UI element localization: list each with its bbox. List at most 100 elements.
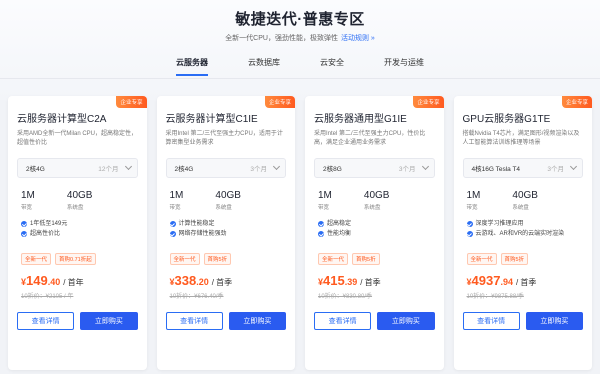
activity-rules-link[interactable]: 活动规则 » <box>341 35 375 42</box>
disk-value: 40GB <box>512 190 538 201</box>
disk-spec: 40GB 系统盘 <box>67 190 93 211</box>
feature-text: 网络存储性能强劲 <box>178 231 227 237</box>
config-select[interactable]: 4核16G Tesla T4 3个月 <box>462 158 583 178</box>
price-decimal: .20 <box>196 277 209 287</box>
page-title: 敏捷迭代·普惠专区 <box>235 11 365 28</box>
config-value: 2核4G <box>26 166 45 173</box>
promo-tag: 首购5折 <box>203 253 232 265</box>
check-icon <box>169 221 176 227</box>
view-details-button[interactable]: 查看详情 <box>462 312 520 330</box>
price-period: / 首季 <box>515 278 537 287</box>
specs: 1M 带宽 40GB 系统盘 <box>463 190 584 211</box>
price-decimal: .94 <box>500 277 513 287</box>
tab-divider <box>0 78 600 79</box>
disk-spec: 40GB 系统盘 <box>512 190 538 211</box>
price: ¥415.39 <box>318 273 357 288</box>
disk-spec: 40GB 系统盘 <box>215 190 241 211</box>
buy-now-button[interactable]: 立即购买 <box>80 312 138 330</box>
view-details-button[interactable]: 查看详情 <box>17 312 75 330</box>
config-value: 4核16G Tesla T4 <box>471 166 521 173</box>
feature-item: 超高性价比 <box>21 229 138 239</box>
price: ¥4937.94 <box>467 273 513 288</box>
bandwidth-value: 1M <box>169 190 184 201</box>
period-value: 3个月 <box>547 166 564 173</box>
feature-text: 性能均衡 <box>327 231 352 237</box>
promo-tags: 全新一代 首购5折 <box>314 253 435 265</box>
price-period: / 首季 <box>360 278 381 287</box>
promo-tag: 全新一代 <box>21 253 52 265</box>
feature-item: 计算性能稳定 <box>169 219 287 229</box>
feature-text: 1年低至149元 <box>30 221 68 227</box>
feature-item: 超高稳定 <box>318 219 435 229</box>
config-value: 2核8G <box>323 166 342 173</box>
price-row: ¥415.39 / 首季 <box>314 273 435 288</box>
product-card: 企业专享 云服务器计算型C2A 采用AMD全新一代Milan CPU，超高稳定性… <box>8 96 147 370</box>
specs: 1M 带宽 40GB 系统盘 <box>17 190 138 211</box>
original-price: 10折价：¥676.40/季 <box>169 294 224 300</box>
config-select[interactable]: 2核4G 3个月 <box>165 158 286 178</box>
check-icon <box>466 221 473 227</box>
price-row: ¥338.20 / 首季 <box>166 273 287 288</box>
price-period: / 首年 <box>63 278 84 287</box>
specs: 1M 带宽 40GB 系统盘 <box>314 190 435 211</box>
check-icon <box>318 221 324 227</box>
check-icon <box>21 231 27 237</box>
card-actions: 查看详情 立即购买 <box>314 312 435 330</box>
config-select[interactable]: 2核8G 3个月 <box>314 158 435 178</box>
chevron-down-icon <box>124 162 132 171</box>
check-icon <box>169 231 176 237</box>
check-icon <box>318 231 324 237</box>
disk-value: 40GB <box>66 190 93 201</box>
view-details-button[interactable]: 查看详情 <box>314 312 372 330</box>
disk-value: 40GB <box>215 190 241 201</box>
card-actions: 查看详情 立即购买 <box>462 312 583 330</box>
period-value: 3个月 <box>398 166 416 173</box>
product-name: GPU云服务器G1TE <box>462 114 551 125</box>
buy-now-button[interactable]: 立即购买 <box>525 312 583 330</box>
buy-now-button[interactable]: 立即购买 <box>377 312 435 330</box>
check-icon <box>466 231 473 237</box>
feature-item: 深度学习推理应用 <box>466 219 584 229</box>
promo-tag: 首购5折 <box>500 253 529 265</box>
disk-label: 系统盘 <box>363 205 381 211</box>
tab-devops[interactable]: 开发与运维 <box>364 56 444 80</box>
product-card: 企业专享 云服务器计算型C1IE 采用Intel 第二/三代至强主力CPU，适用… <box>156 96 295 370</box>
promo-tag: 全新一代 <box>169 253 200 265</box>
chevron-down-icon <box>272 162 281 171</box>
specs: 1M 带宽 40GB 系统盘 <box>166 190 287 211</box>
feature-list: 计算性能稳定 网络存储性能强劲 <box>166 219 287 239</box>
chevron-down-icon <box>569 162 578 171</box>
disk-label: 系统盘 <box>215 205 232 211</box>
bandwidth-label: 带宽 <box>318 205 330 211</box>
bandwidth-value: 1M <box>318 190 332 201</box>
bandwidth-spec: 1M 带宽 <box>21 190 35 211</box>
price-decimal: .40 <box>47 277 61 287</box>
tab-cloud-server[interactable]: 云服务器 <box>156 56 228 80</box>
period-value: 3个月 <box>250 166 267 173</box>
config-select[interactable]: 2核4G 12个月 <box>17 158 138 178</box>
original-price: 10折价：¥9875.88/季 <box>466 294 524 300</box>
product-description: 采用Intel 第二/三代至强主力CPU，性价比高，满足企业通用业务需求 <box>314 131 426 146</box>
promo-tags: 全新一代 首购5折 <box>166 253 287 265</box>
feature-item: 性能均衡 <box>318 229 435 239</box>
feature-text: 深度学习推理应用 <box>475 221 524 227</box>
original-price: 10折价：¥830.80/季 <box>318 294 373 300</box>
product-description: 采用Intel 第二/三代至强主力CPU，适用于计算密集型业务需求 <box>165 131 283 146</box>
buy-now-button[interactable]: 立即购买 <box>228 312 286 330</box>
bandwidth-label: 带宽 <box>169 205 181 211</box>
feature-list: 超高稳定 性能均衡 <box>314 219 435 239</box>
disk-label: 系统盘 <box>66 205 84 211</box>
bandwidth-spec: 1M 带宽 <box>318 190 332 211</box>
tab-cloud-security[interactable]: 云安全 <box>300 56 364 80</box>
feature-item: 云游戏、AR和VR的云端实时渲染 <box>466 229 584 239</box>
feature-text: 超高性价比 <box>30 231 61 237</box>
promo-tags: 全新一代 首购5折 <box>463 253 584 265</box>
product-name: 云服务器计算型C1IE <box>165 114 258 125</box>
feature-list: 深度学习推理应用 云游戏、AR和VR的云端实时渲染 <box>463 219 584 239</box>
tab-cloud-database[interactable]: 云数据库 <box>228 56 300 80</box>
view-details-button[interactable]: 查看详情 <box>165 312 223 330</box>
feature-text: 超高稳定 <box>327 221 352 227</box>
subtitle-text: 全新一代CPU，强劲性能，极致弹性 <box>225 35 338 42</box>
feature-item: 1年低至149元 <box>21 219 138 229</box>
product-description: 采用AMD全新一代Milan CPU，超高稳定性，超值性价比 <box>17 131 138 146</box>
